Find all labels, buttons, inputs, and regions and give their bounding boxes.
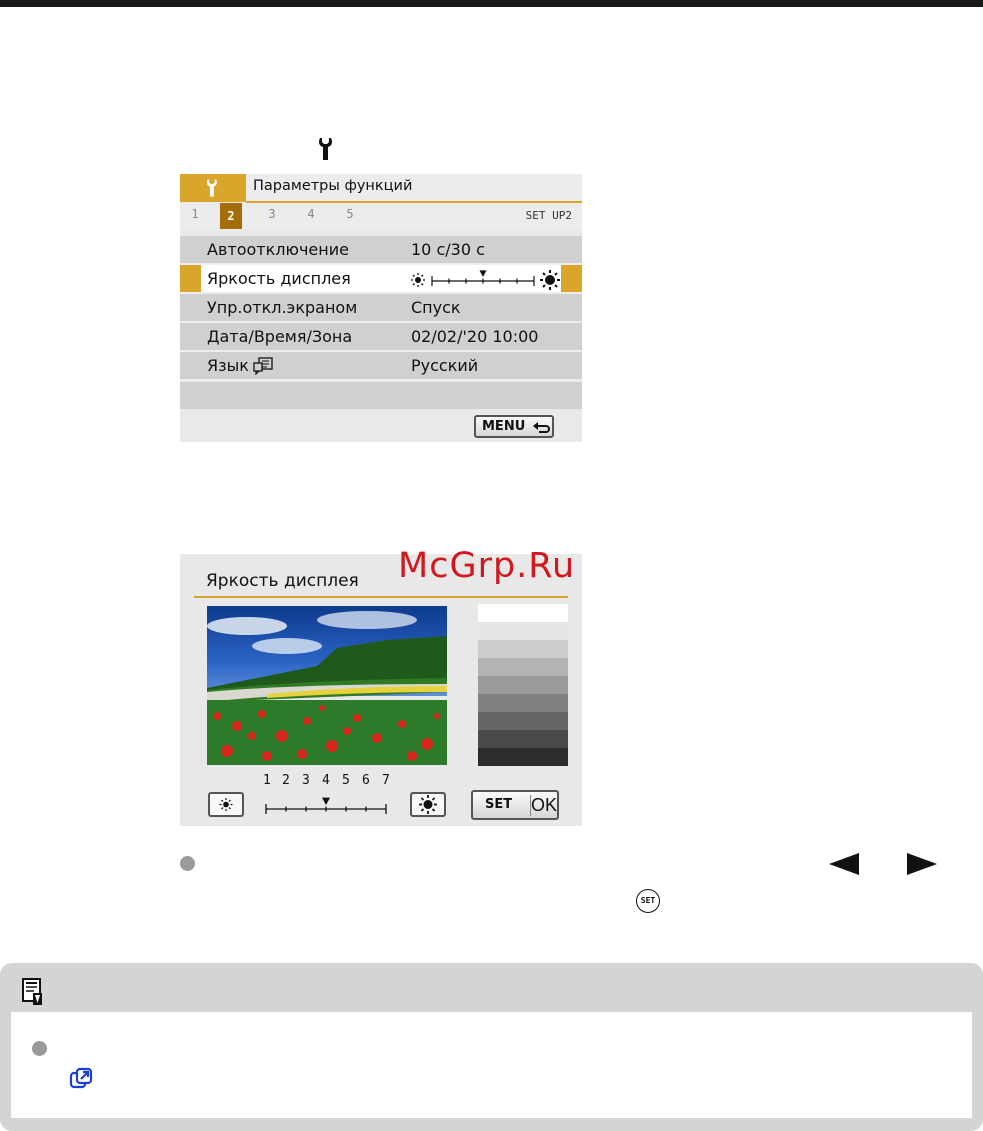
- set-button-icon: SET: [636, 889, 660, 913]
- arrow-left-icon: [829, 853, 859, 875]
- sun-high-icon: [419, 795, 437, 814]
- set-ok-button[interactable]: SET OK: [471, 790, 559, 820]
- menu-row-auto-off[interactable]: Автоотключение 10 с/30 с: [180, 236, 582, 265]
- language-icon: [253, 357, 273, 375]
- wrench-icon: [319, 138, 332, 160]
- gray-step: [478, 676, 568, 694]
- menu-title: Параметры функций: [253, 178, 413, 194]
- tab-1[interactable]: 1: [185, 207, 205, 221]
- sun-low-icon: [411, 273, 425, 287]
- row-label: Дата/Время/Зона: [207, 327, 353, 346]
- sun-low-icon: [219, 798, 233, 811]
- top-rule: [0, 0, 983, 7]
- note-icon: [22, 978, 42, 1005]
- row-value: 02/02/'20 10:00: [411, 327, 539, 346]
- note-box: [0, 963, 983, 1131]
- gray-step: [478, 694, 568, 712]
- menu-row-brightness[interactable]: Яркость дисплея: [180, 265, 582, 294]
- scale-number-6: 6: [362, 773, 370, 788]
- row-label: Яркость дисплея: [207, 269, 351, 288]
- scale-number-1: 1: [263, 773, 271, 788]
- scale-number-2: 2: [282, 773, 290, 788]
- setup-tab-icon[interactable]: [180, 174, 246, 202]
- bullet: [32, 1041, 47, 1056]
- tab-2[interactable]: 2: [220, 203, 242, 229]
- menu-row-empty: [180, 382, 582, 409]
- gray-step: [478, 604, 568, 622]
- menu-button-label: MENU: [482, 419, 526, 434]
- set-label: SET: [485, 797, 513, 812]
- watermark: McGrp.Ru: [398, 546, 576, 586]
- row-label: Автоотключение: [207, 240, 349, 259]
- row-label: Язык: [207, 356, 249, 375]
- scale-number-4: 4: [322, 773, 330, 788]
- menu-row-screen-off[interactable]: Упр.откл.экраном Спуск: [180, 294, 582, 323]
- sample-photo: [207, 606, 447, 765]
- note-content: [11, 1012, 972, 1118]
- tab-3[interactable]: 3: [262, 207, 282, 221]
- gray-step: [478, 748, 568, 766]
- row-label: Упр.откл.экраном: [207, 298, 358, 317]
- menu-row-language[interactable]: Язык Русский: [180, 352, 582, 381]
- scale-number-7: 7: [382, 773, 390, 788]
- gray-step: [478, 658, 568, 676]
- level-marker: [479, 270, 487, 277]
- tab-5[interactable]: 5: [340, 207, 360, 221]
- brightness-title: Яркость дисплея: [206, 571, 359, 591]
- row-value: 10 с/30 с: [411, 240, 485, 259]
- return-arrow-icon: [533, 422, 550, 433]
- gray-step: [478, 712, 568, 730]
- arrow-right-icon: [907, 853, 937, 875]
- scale-number-5: 5: [342, 773, 350, 788]
- tab-caption: SET UP2: [525, 209, 572, 222]
- wrench-icon: [206, 179, 217, 197]
- level-marker: [322, 797, 330, 805]
- gray-step: [478, 622, 568, 640]
- sun-high-icon: [540, 270, 560, 290]
- bullet: [180, 856, 195, 871]
- tab-strip: 1 2 3 4 5 SET UP2: [180, 203, 582, 229]
- brightness-slider: [411, 270, 560, 290]
- decrease-brightness-button[interactable]: [208, 792, 244, 817]
- row-value: Русский: [411, 356, 479, 375]
- setup-menu-screen: Параметры функций 1 2 3 4 5 SET UP2 Авто…: [180, 174, 582, 442]
- menu-back-button[interactable]: MENU: [474, 415, 554, 438]
- gray-step: [478, 640, 568, 658]
- menu-row-date-time[interactable]: Дата/Время/Зона 02/02/'20 10:00: [180, 323, 582, 352]
- ok-label: OK: [531, 795, 558, 815]
- scale-number-3: 3: [302, 773, 310, 788]
- brightness-scale: [265, 797, 387, 814]
- brightness-screen: Яркость дисплея 1 2 3 4 5 6 7 SET OK: [180, 554, 582, 826]
- row-value: Спуск: [411, 298, 461, 317]
- title-rule: [194, 596, 568, 598]
- increase-brightness-button[interactable]: [410, 792, 446, 817]
- link-icon[interactable]: [69, 1067, 93, 1091]
- gray-step: [478, 730, 568, 748]
- gray-scale-chart: [478, 604, 568, 766]
- tab-4[interactable]: 4: [301, 207, 321, 221]
